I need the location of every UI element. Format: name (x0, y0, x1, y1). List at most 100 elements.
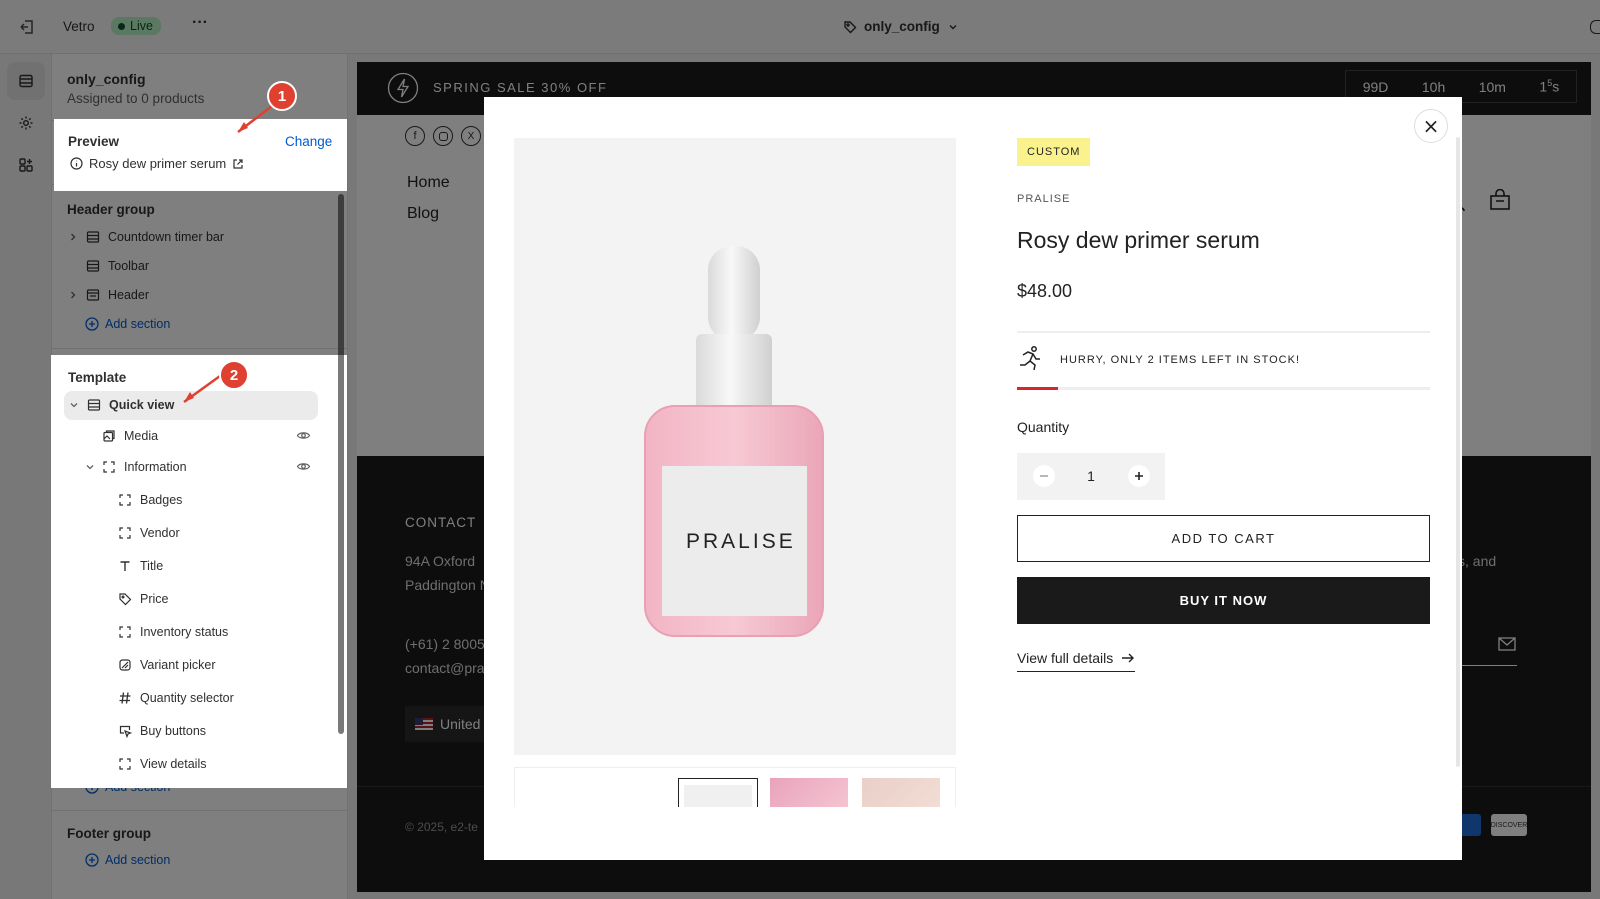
tree-item-label: Countdown timer bar (108, 230, 225, 244)
copyright-text: © 2025, e2-te (405, 820, 478, 834)
cart-bag-icon[interactable] (1489, 189, 1511, 211)
quantity-increase-button[interactable] (1128, 465, 1150, 487)
us-flag-icon (415, 718, 433, 730)
footer-address-line: Paddington N (405, 577, 490, 593)
template-selector[interactable]: only_config (843, 19, 959, 34)
facebook-icon[interactable]: f (405, 126, 425, 146)
tree-item-information[interactable]: Information (84, 453, 321, 481)
countdown-minutes: 10m (1478, 78, 1506, 95)
block-icon (117, 525, 133, 541)
more-actions-button[interactable]: ··· (192, 14, 208, 32)
footer-email: contact@pral (405, 660, 488, 676)
exit-icon[interactable] (18, 18, 36, 36)
stock-bar-track (1017, 387, 1430, 390)
sidebar-scrollbar[interactable] (338, 194, 344, 734)
annotation-marker-2: 2 (219, 360, 249, 390)
device-preview-icon[interactable] (1590, 20, 1600, 34)
variant-icon (117, 657, 133, 673)
block-icon (117, 756, 133, 772)
thumbnail-2[interactable] (770, 778, 848, 807)
section-icon (85, 229, 101, 245)
tree-item-label: Vendor (140, 526, 180, 540)
annotation-marker-1: 1 (267, 81, 297, 111)
apps-rail-button[interactable] (7, 146, 45, 184)
lightning-icon (387, 72, 419, 104)
config-subtitle: Assigned to 0 products (67, 91, 205, 106)
view-full-details-label: View full details (1017, 650, 1114, 666)
country-selector-label: United (440, 716, 481, 732)
tree-item-header[interactable]: Header (67, 281, 149, 309)
plus-circle-icon (85, 317, 99, 331)
tree-item-toolbar[interactable]: Toolbar (85, 252, 149, 280)
tree-item-label: Title (140, 559, 164, 573)
eye-icon[interactable] (296, 428, 311, 443)
preview-product[interactable]: Rosy dew primer serum (70, 156, 244, 171)
tree-item-quick-view[interactable]: Quick view (68, 391, 174, 419)
serum-bottle-image (644, 246, 824, 637)
sections-rail-button[interactable] (7, 62, 45, 100)
modal-close-button[interactable]: × (1414, 109, 1448, 143)
footer-contact-heading: CONTACT (405, 515, 477, 530)
tree-item-countdown[interactable]: Countdown timer bar (67, 223, 224, 251)
tree-item-label: Badges (140, 493, 183, 507)
tree-item-vendor[interactable]: Vendor (117, 519, 180, 547)
section-icon (86, 397, 102, 413)
instagram-icon[interactable] (433, 126, 453, 146)
buy-now-button[interactable]: BUY IT NOW (1017, 577, 1430, 624)
tree-item-label: View details (140, 757, 207, 771)
tree-item-label: Quick view (109, 398, 175, 412)
nav-blog-link[interactable]: Blog (407, 205, 439, 223)
block-icon (117, 492, 133, 508)
live-badge-label: Live (130, 19, 153, 33)
divider (52, 348, 348, 349)
arrow-right-icon (1122, 653, 1135, 663)
add-section-label: Add section (105, 317, 171, 331)
thumbnail-active[interactable] (678, 778, 758, 807)
footer-phone: (+61) 2 8005 (405, 636, 485, 652)
nav-home-link[interactable]: Home (407, 174, 450, 192)
theme-name: Vetro (63, 19, 95, 34)
thumbnail-3[interactable] (862, 778, 940, 807)
tree-item-label: Inventory status (140, 625, 229, 639)
view-full-details-link[interactable]: View full details (1017, 650, 1136, 672)
stock-bar-fill (1017, 387, 1059, 390)
modal-scrollbar[interactable] (1456, 137, 1460, 767)
eye-icon[interactable] (296, 459, 311, 474)
section-icon (85, 258, 101, 274)
block-icon (117, 624, 133, 640)
header-section-icon (85, 287, 101, 303)
group-icon (101, 459, 117, 475)
tree-item-label: Quantity selector (140, 691, 234, 705)
tree-item-label: Toolbar (108, 259, 149, 273)
tree-item-buy-buttons[interactable]: Buy buttons (117, 717, 206, 745)
quantity-label: Quantity (1017, 419, 1070, 435)
custom-badge: CUSTOM (1017, 138, 1091, 166)
footer-group-title: Footer group (67, 826, 151, 841)
icon-rail (0, 54, 52, 899)
add-to-cart-button[interactable]: ADD TO CART (1017, 515, 1430, 562)
tree-item-view-details[interactable]: View details (117, 750, 206, 778)
tree-item-media[interactable]: Media (101, 422, 321, 450)
tree-item-variant-picker[interactable]: Variant picker (117, 651, 216, 679)
settings-rail-button[interactable] (7, 104, 45, 142)
mail-icon[interactable] (1498, 637, 1516, 651)
preview-panel-highlight: Preview Change Rosy dew primer serum (54, 119, 347, 191)
tree-item-price[interactable]: Price (117, 585, 168, 613)
add-section-header-group[interactable]: Add section (85, 317, 170, 331)
country-selector[interactable]: United (405, 706, 495, 742)
countdown-hours: 10h (1421, 78, 1446, 95)
countdown-seconds-unit: s (1552, 78, 1560, 95)
text-icon (117, 558, 133, 574)
gear-icon (19, 116, 33, 130)
tree-item-inventory[interactable]: Inventory status (117, 618, 228, 646)
tree-item-quantity-selector[interactable]: Quantity selector (117, 684, 234, 712)
tree-item-badges[interactable]: Badges (117, 486, 182, 514)
chevron-right-icon (71, 233, 76, 241)
plus-icon (1135, 472, 1143, 480)
add-section-footer-group[interactable]: Add section (85, 853, 170, 867)
tree-item-title[interactable]: Title (117, 552, 163, 580)
product-main-image[interactable]: PRALISE (514, 138, 956, 755)
x-twitter-icon[interactable]: X (461, 126, 481, 146)
live-badge: Live (111, 17, 161, 35)
social-icons: f X (405, 126, 481, 146)
